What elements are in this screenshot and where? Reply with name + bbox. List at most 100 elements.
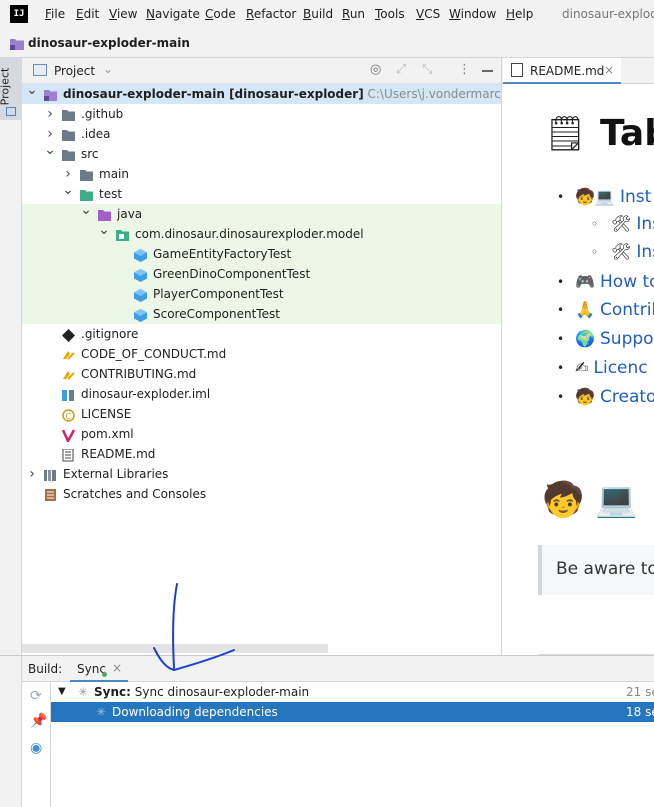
tree-item-label: src xyxy=(81,147,99,161)
menu-navigate[interactable]: Navigate xyxy=(146,7,200,21)
tree-item-contributing-md[interactable]: CONTRIBUTING.md xyxy=(22,364,502,384)
section-heading-emoji: 🧒 💻 xyxy=(542,480,638,520)
maven-icon xyxy=(61,428,76,444)
svg-text:C: C xyxy=(66,412,72,421)
close-icon[interactable]: × xyxy=(112,661,122,675)
menu-code[interactable]: Code xyxy=(205,7,236,21)
list-bullet: ◦ xyxy=(591,245,599,259)
chevron-right-icon[interactable]: › xyxy=(44,104,56,124)
tree-item-greendinocomponenttest[interactable]: GreenDinoComponentTest xyxy=(22,264,502,284)
toc-link[interactable]: 🌍 Suppo xyxy=(575,328,654,350)
chevron-down-icon[interactable]: ⌄ xyxy=(98,220,110,240)
toc-link[interactable]: 🧒 Creato xyxy=(575,386,654,408)
notepad-emoji-icon: 🗒 xyxy=(544,114,588,154)
project-view-icon xyxy=(33,64,47,76)
tree-item-playercomponenttest[interactable]: PlayerComponentTest xyxy=(22,284,502,304)
intellij-logo-icon[interactable]: IJ xyxy=(10,5,28,23)
chevron-down-icon[interactable]: ⌄ xyxy=(26,84,38,100)
list-bullet: • xyxy=(557,361,565,375)
tree-item-gameentityfactorytest[interactable]: GameEntityFactoryTest xyxy=(22,244,502,264)
tree-item-github[interactable]: › .github xyxy=(22,104,502,124)
tree-item-readme-md[interactable]: README.md xyxy=(22,444,502,464)
markdown-icon xyxy=(62,368,75,380)
menu-tools[interactable]: Tools xyxy=(375,7,405,21)
project-view-selector[interactable]: Project xyxy=(54,64,95,78)
tree-item-gitignore[interactable]: .gitignore xyxy=(22,324,502,344)
toc-link[interactable]: 🛠 Ins xyxy=(611,213,654,235)
license-icon: C xyxy=(62,408,75,422)
tree-item-label: .github xyxy=(81,107,124,121)
folder-icon xyxy=(80,168,93,181)
build-row-downloading-label: Downloading dependencies xyxy=(112,705,278,719)
test-class-icon xyxy=(134,308,147,322)
tree-item-test[interactable]: ⌄ test xyxy=(22,182,502,204)
tree-item-dinosaur-exploder-iml[interactable]: dinosaur-exploder.iml xyxy=(22,384,502,404)
menu-view[interactable]: View xyxy=(109,7,137,21)
rerun-icon[interactable]: ⟳ xyxy=(30,688,42,704)
tree-item-label: CONTRIBUTING.md xyxy=(81,367,197,381)
tree-item-src[interactable]: ⌄ src xyxy=(22,142,502,164)
toc-link[interactable]: 🛠 Ins xyxy=(611,241,654,263)
chevron-down-icon[interactable]: ⌄ xyxy=(44,140,56,160)
tree-item-license[interactable]: C LICENSE xyxy=(22,404,502,424)
tree-item-external-libraries[interactable]: › External Libraries xyxy=(22,464,502,484)
menu-help[interactable]: Help xyxy=(506,7,533,21)
test-class-icon xyxy=(134,288,147,302)
tree-item-dinosaur-exploder-main[interactable]: ⌄ dinosaur-exploder-main [dinosaur-explod… xyxy=(22,84,502,104)
project-stripe-icon xyxy=(6,107,16,116)
menu-refactor[interactable]: Refactor xyxy=(246,7,296,21)
menu-file[interactable]: File xyxy=(45,7,65,21)
menu-vcs[interactable]: VCS xyxy=(416,7,440,21)
gitignore-icon xyxy=(62,328,75,342)
menu-build[interactable]: Build xyxy=(303,7,333,21)
tree-item-com-dinosaur-dinosaurexploder-model[interactable]: ⌄ com.dinosaur.dinosaurexploder.model xyxy=(22,222,502,244)
markdown-heading: Tab xyxy=(600,113,654,154)
tree-item-main[interactable]: › main xyxy=(22,164,502,184)
menu-run[interactable]: Run xyxy=(342,7,365,21)
tree-item-idea[interactable]: › .idea xyxy=(22,124,502,144)
test-source-folder-icon xyxy=(98,208,111,221)
tree-item-label: dinosaur-exploder.iml xyxy=(81,387,211,401)
pin-icon[interactable]: 📌 xyxy=(30,713,47,729)
build-row-downloading-time: 18 sec xyxy=(626,705,654,719)
left-tool-stripe xyxy=(0,58,22,807)
chevron-down-icon[interactable]: ⌄ xyxy=(62,180,74,200)
tree-item-label: .gitignore xyxy=(81,327,139,341)
locate-icon[interactable]: ◎ xyxy=(370,62,381,77)
chevron-down-icon[interactable]: ⌄ xyxy=(80,200,92,220)
libraries-icon xyxy=(44,468,57,481)
tree-item-label: main xyxy=(99,167,129,181)
eye-icon[interactable]: ◉ xyxy=(30,740,42,756)
collapse-all-icon[interactable]: ⤡ xyxy=(422,62,432,77)
tree-item-code-of-conduct-md[interactable]: CODE_OF_CONDUCT.md xyxy=(22,344,502,364)
tree-item-scratches-and-consoles[interactable]: Scratches and Consoles xyxy=(22,484,502,504)
window-title: dinosaur-explode xyxy=(562,7,654,21)
toc-link[interactable]: 🎮 How to xyxy=(575,271,654,293)
toc-link[interactable]: 🧒💻 Inst xyxy=(575,186,651,208)
expand-all-icon[interactable]: ⤢ xyxy=(396,62,406,77)
breadcrumb-project[interactable]: dinosaur-exploder-main xyxy=(28,36,190,50)
folder-icon xyxy=(62,108,75,121)
toc-link[interactable]: ✍ Licenc xyxy=(575,357,648,379)
tree-item-label: pom.xml xyxy=(81,427,134,441)
module-folder-icon xyxy=(44,88,57,101)
tree-item-label: Scratches and Consoles xyxy=(63,487,207,501)
tree-item-java[interactable]: ⌄ java xyxy=(22,202,502,224)
toc-link[interactable]: 🙏 Contrib xyxy=(575,299,654,321)
tree-item-scorecomponenttest[interactable]: ScoreComponentTest xyxy=(22,304,502,324)
scratches-icon xyxy=(44,488,57,501)
tree-item-label: com.dinosaur.dinosaurexploder.model xyxy=(135,227,364,241)
tree-item-label: README.md xyxy=(81,447,156,461)
tree-item-pom-xml[interactable]: pom.xml xyxy=(22,424,502,444)
chevron-down-icon[interactable]: ⌄ xyxy=(103,62,113,76)
menu-edit[interactable]: Edit xyxy=(76,7,99,21)
annotation-arrow-icon xyxy=(153,583,235,672)
chevron-right-icon[interactable]: › xyxy=(26,464,38,484)
project-stripe-label: Project xyxy=(0,67,12,106)
close-icon[interactable]: × xyxy=(604,63,614,77)
tree-item-label: .idea xyxy=(81,127,111,141)
more-options-icon[interactable]: ⋮ xyxy=(458,62,471,77)
minimize-icon[interactable] xyxy=(482,70,493,72)
menu-window[interactable]: Window xyxy=(449,7,496,21)
chevron-down-icon[interactable]: ▼ xyxy=(58,686,66,697)
